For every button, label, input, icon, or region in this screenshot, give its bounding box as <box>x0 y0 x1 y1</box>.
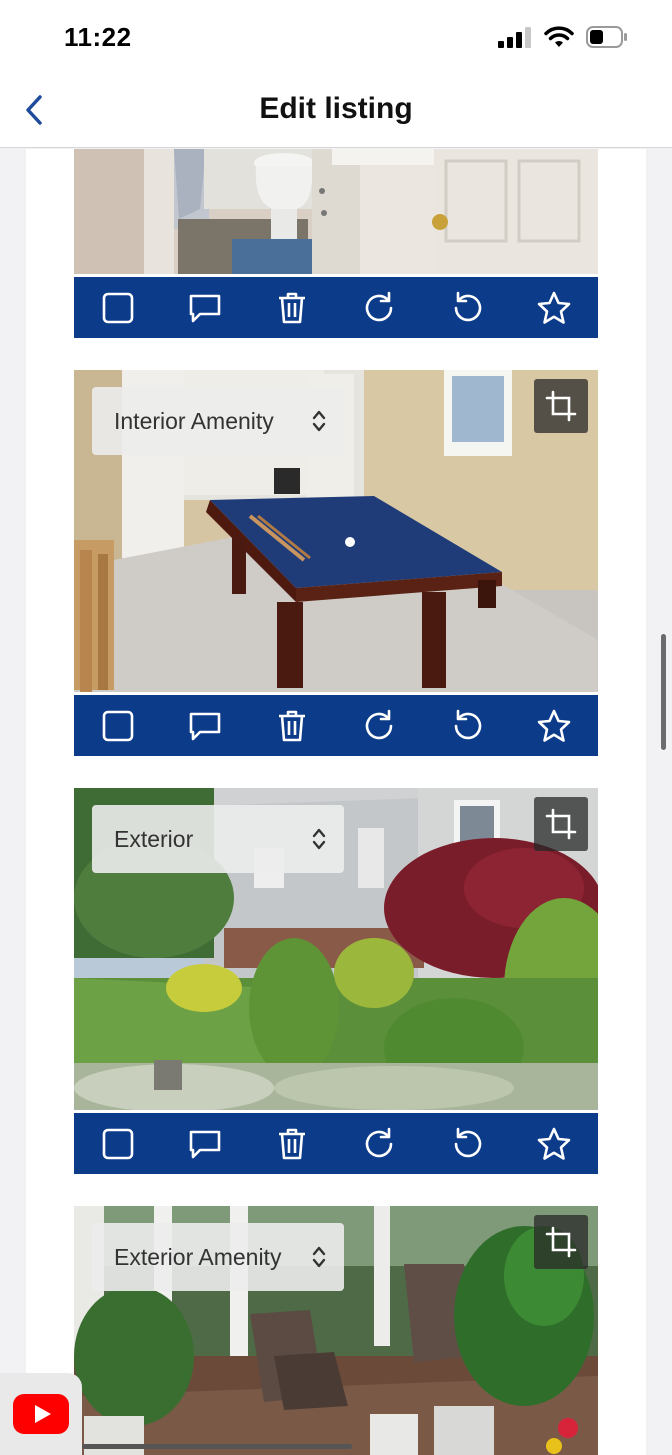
listing-photo[interactable] <box>74 149 598 274</box>
checkbox-icon <box>102 292 133 323</box>
chevron-up-down-icon <box>312 828 326 850</box>
photo-card: Exterior Amenity <box>74 1206 598 1455</box>
scroll-indicator[interactable] <box>661 634 666 750</box>
cellular-signal-icon <box>498 27 531 48</box>
chevron-up-down-icon <box>312 410 326 432</box>
rotate-counterclockwise-icon <box>454 1127 482 1157</box>
comment-icon <box>189 1130 221 1158</box>
comment-button[interactable] <box>183 286 227 330</box>
crop-icon <box>545 808 577 840</box>
photo-toolbar <box>74 1110 598 1174</box>
comment-icon <box>189 294 221 322</box>
category-select[interactable]: Exterior <box>92 805 344 873</box>
bathroom-photo <box>74 149 598 274</box>
rotate-counterclockwise-button[interactable] <box>445 286 489 330</box>
comment-button[interactable] <box>183 704 227 748</box>
photo-toolbar <box>74 274 598 338</box>
star-icon <box>537 709 571 742</box>
category-select-value: Exterior Amenity <box>114 1243 282 1270</box>
photo-card <box>74 149 598 338</box>
checkbox-icon <box>102 1128 133 1159</box>
star-icon <box>537 1127 571 1160</box>
category-select-value: Exterior <box>114 825 194 852</box>
crop-icon <box>545 1226 577 1258</box>
rotate-clockwise-icon <box>365 291 392 321</box>
rotate-counterclockwise-button[interactable] <box>445 704 489 748</box>
trash-icon <box>279 1128 306 1159</box>
trash-icon <box>279 710 306 741</box>
select-checkbox[interactable] <box>96 286 140 330</box>
trash-icon <box>279 292 306 323</box>
star-icon <box>537 291 571 324</box>
navigation-bar: Edit listing <box>0 76 672 148</box>
delete-button[interactable] <box>270 286 314 330</box>
chevron-up-down-icon <box>312 1246 326 1268</box>
crop-button[interactable] <box>534 379 588 433</box>
crop-button[interactable] <box>534 1215 588 1269</box>
page-title: Edit listing <box>259 92 413 125</box>
delete-button[interactable] <box>270 1122 314 1166</box>
youtube-icon <box>13 1394 69 1434</box>
rotate-clockwise-button[interactable] <box>358 704 402 748</box>
comment-button[interactable] <box>183 1122 227 1166</box>
photo-list[interactable]: Interior Amenity Exterior Exterior Ameni… <box>26 149 646 1455</box>
youtube-app-chip[interactable] <box>0 1373 82 1455</box>
rotate-counterclockwise-icon <box>454 291 482 321</box>
rotate-clockwise-icon <box>365 1127 392 1157</box>
rotate-clockwise-icon <box>365 709 392 739</box>
photo-card: Exterior <box>74 788 598 1174</box>
battery-icon <box>586 26 627 48</box>
category-select[interactable]: Exterior Amenity <box>92 1223 344 1291</box>
status-icons <box>498 26 628 48</box>
photo-toolbar <box>74 692 598 756</box>
listing-photo[interactable]: Interior Amenity <box>74 370 598 692</box>
checkbox-icon <box>102 710 133 741</box>
rotate-counterclockwise-icon <box>454 709 482 739</box>
home-indicator[interactable] <box>82 1444 352 1449</box>
favorite-button[interactable] <box>532 1122 576 1166</box>
listing-photo[interactable]: Exterior <box>74 788 598 1110</box>
comment-icon <box>189 712 221 740</box>
category-select-value: Interior Amenity <box>114 407 274 434</box>
select-checkbox[interactable] <box>96 1122 140 1166</box>
select-checkbox[interactable] <box>96 704 140 748</box>
photo-card: Interior Amenity <box>74 370 598 756</box>
listing-photo[interactable]: Exterior Amenity <box>74 1206 598 1455</box>
status-time: 11:22 <box>64 22 132 52</box>
status-bar: 11:22 <box>0 0 672 76</box>
crop-icon <box>545 390 577 422</box>
favorite-button[interactable] <box>532 704 576 748</box>
rotate-clockwise-button[interactable] <box>358 1122 402 1166</box>
favorite-button[interactable] <box>532 286 576 330</box>
rotate-counterclockwise-button[interactable] <box>445 1122 489 1166</box>
crop-button[interactable] <box>534 797 588 851</box>
wifi-icon <box>544 26 574 47</box>
category-select[interactable]: Interior Amenity <box>92 387 344 455</box>
rotate-clockwise-button[interactable] <box>358 286 402 330</box>
delete-button[interactable] <box>270 704 314 748</box>
